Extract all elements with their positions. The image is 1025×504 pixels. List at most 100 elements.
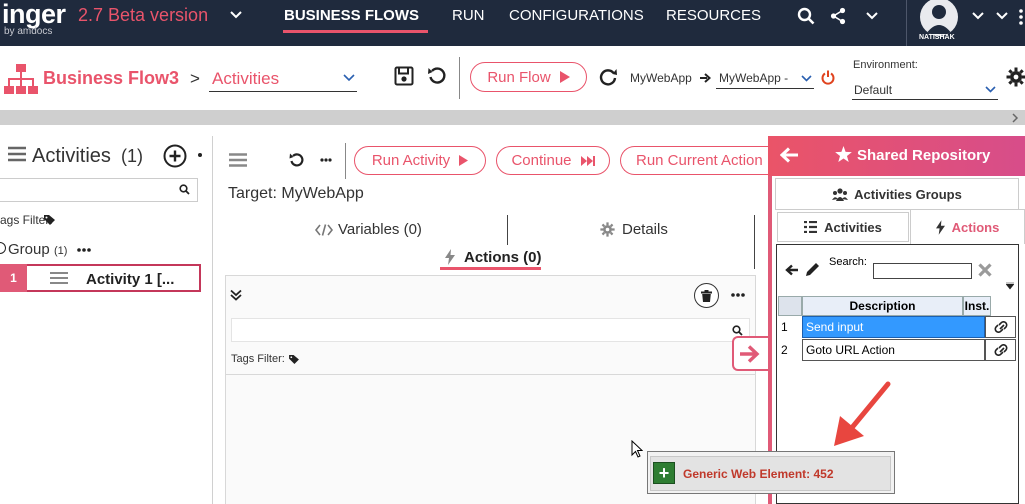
chevron-down-icon[interactable] <box>972 11 984 20</box>
link-icon[interactable] <box>985 339 1016 361</box>
back-arrow-icon[interactable] <box>780 147 798 163</box>
tab-activities-groups[interactable]: Activities Groups <box>775 178 1019 210</box>
group-label[interactable]: Group <box>8 241 50 258</box>
tab-repo-activities[interactable]: Activities <box>777 212 909 242</box>
chevron-right-icon[interactable] <box>1011 113 1019 123</box>
target-app-label: MyWebApp <box>630 71 692 85</box>
drag-handle-icon[interactable] <box>50 271 68 285</box>
column-header-inst[interactable]: Inst. <box>963 296 991 316</box>
environment-underline <box>852 99 998 100</box>
run-current-action-button[interactable]: Run Current Action <box>620 146 770 175</box>
chevron-down-icon[interactable] <box>801 75 812 82</box>
menu-icon[interactable] <box>229 153 247 167</box>
tab-variables[interactable]: Variables (0) <box>338 221 422 238</box>
chevron-down-icon[interactable] <box>985 86 996 93</box>
bolt-icon <box>935 219 945 235</box>
nav-divider <box>906 0 907 46</box>
version-label[interactable]: 2.7 Beta version <box>78 5 208 26</box>
table-row[interactable]: Goto URL Action <box>802 339 985 361</box>
chevron-down-icon[interactable] <box>343 74 355 82</box>
link-icon[interactable] <box>985 316 1016 338</box>
arrow-left-icon[interactable] <box>785 264 798 276</box>
more-vertical-icon[interactable] <box>996 11 1008 20</box>
tab-actions[interactable]: Actions (0) <box>464 249 542 266</box>
page-selector[interactable]: Activities <box>212 69 279 89</box>
continue-button[interactable]: Continue <box>496 146 610 175</box>
tag-icon[interactable] <box>289 355 299 364</box>
undo-icon[interactable] <box>289 152 305 168</box>
tab-details[interactable]: Details <box>622 221 668 238</box>
nav-run[interactable]: RUN <box>452 7 485 24</box>
tab-activities-groups-label: Activities Groups <box>854 186 962 202</box>
breadcrumb-separator: > <box>190 69 200 88</box>
activity-name[interactable]: Activity 1 [... <box>86 271 174 288</box>
menu-icon[interactable] <box>8 146 26 162</box>
target-app-underline <box>716 88 814 89</box>
play-icon <box>559 71 570 83</box>
save-icon[interactable] <box>394 66 414 86</box>
drag-preview-text: Generic Web Element: 452 <box>683 467 834 481</box>
row-number: 1 <box>781 320 788 334</box>
target-app-select[interactable]: MyWebApp - <box>719 71 788 85</box>
run-current-action-label: Run Current Action <box>636 152 763 169</box>
more-icon[interactable] <box>731 293 745 297</box>
tab-divider <box>754 215 755 269</box>
activities-search-input[interactable] <box>0 178 198 202</box>
run-flow-label: Run Flow <box>487 68 551 86</box>
search-icon[interactable] <box>797 7 815 25</box>
activities-count: (1) <box>121 146 143 166</box>
row-number: 2 <box>781 343 788 357</box>
horizontal-scrollbar[interactable] <box>0 110 1025 125</box>
more-icon[interactable] <box>77 248 91 252</box>
chevron-down-icon[interactable] <box>866 11 878 20</box>
add-activity-button[interactable] <box>163 144 187 168</box>
tab-divider <box>507 215 508 245</box>
nav-business-flows[interactable]: BUSINESS FLOWS <box>284 7 419 24</box>
mouse-cursor-icon <box>631 440 643 458</box>
run-activity-button[interactable]: Run Activity <box>354 146 486 175</box>
collapse-all-icon[interactable] <box>230 289 242 301</box>
dropdown-small-icon[interactable] <box>1006 282 1014 290</box>
power-icon[interactable] <box>821 70 835 85</box>
tags-filter-label[interactable]: Tags Filter: <box>231 353 285 365</box>
more-icon[interactable] <box>320 158 332 162</box>
table-row[interactable]: Send input <box>802 316 985 338</box>
refresh-icon[interactable] <box>598 67 618 87</box>
group-count: (1) <box>54 245 68 257</box>
arrow-right-icon <box>740 344 760 363</box>
run-flow-button[interactable]: Run Flow <box>470 62 587 92</box>
share-icon[interactable] <box>830 7 846 25</box>
shared-repository-title: Shared Repository <box>857 147 991 164</box>
repo-search-label: Search: <box>829 256 867 268</box>
annotation-arrow <box>826 378 896 450</box>
repo-search-input[interactable] <box>873 263 972 279</box>
plus-icon: + <box>653 462 675 484</box>
gear-icon <box>600 222 615 237</box>
run-activity-label: Run Activity <box>371 152 451 169</box>
undo-icon[interactable] <box>427 66 447 86</box>
toolbar-divider <box>345 143 346 179</box>
tab-repo-actions-label: Actions <box>951 219 1000 235</box>
search-icon[interactable] <box>732 325 743 336</box>
panel-divider <box>212 136 213 504</box>
environment-select[interactable]: Default <box>854 83 892 97</box>
gear-icon[interactable] <box>1006 67 1025 87</box>
clear-search-icon[interactable] <box>978 263 992 277</box>
tab-repo-actions[interactable]: Actions <box>910 209 1025 244</box>
more-icon[interactable] <box>1018 8 1024 26</box>
tag-icon[interactable] <box>44 215 55 225</box>
fast-forward-icon <box>580 155 595 166</box>
delete-button[interactable] <box>694 283 719 308</box>
actions-search-input[interactable] <box>231 318 750 342</box>
search-icon[interactable] <box>179 184 190 195</box>
chevron-down-icon[interactable] <box>230 10 242 20</box>
more-icon[interactable] <box>198 153 202 157</box>
column-header-description[interactable]: Description <box>802 296 963 316</box>
edit-icon[interactable] <box>805 262 820 277</box>
add-to-activity-button[interactable] <box>732 336 768 371</box>
radio-icon[interactable] <box>0 242 6 254</box>
nav-configurations[interactable]: CONFIGURATIONS <box>509 7 644 24</box>
nav-resources[interactable]: RESOURCES <box>666 7 761 24</box>
tab-active-underline <box>440 267 541 270</box>
play-icon <box>459 155 469 166</box>
